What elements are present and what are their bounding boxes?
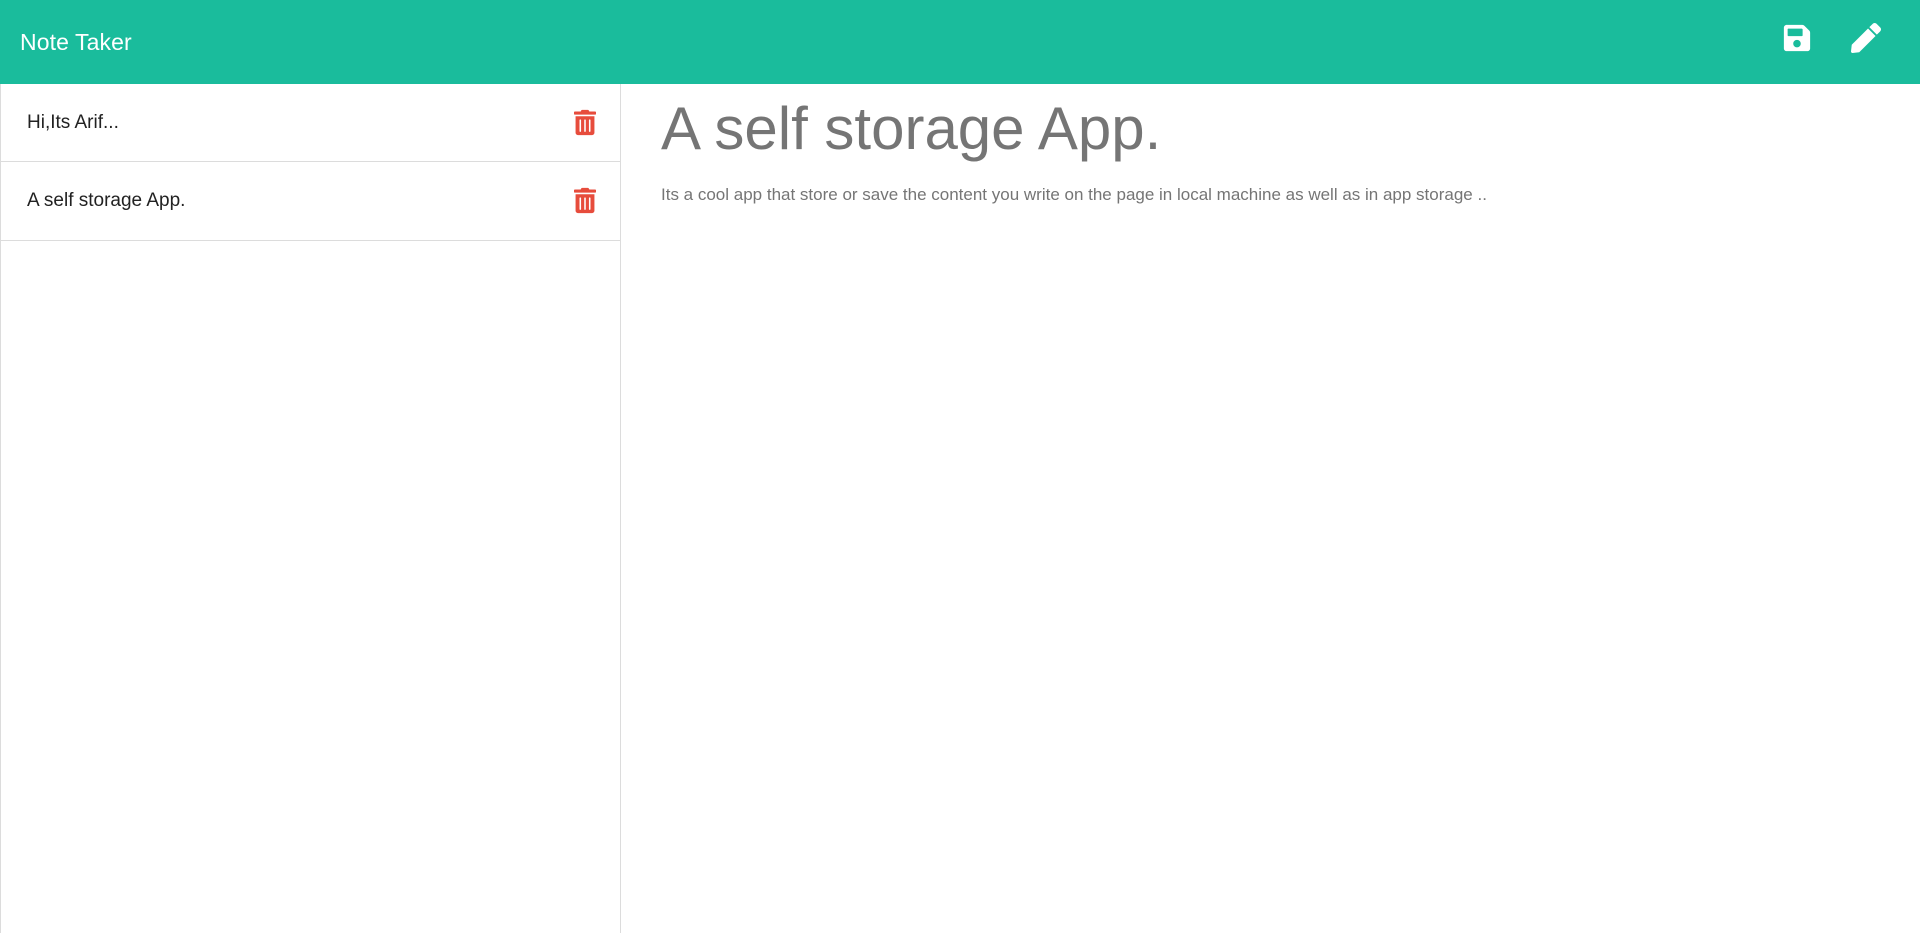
trash-icon[interactable] bbox=[574, 187, 598, 215]
notes-sidebar: Hi,Its Arif... A self storage App. bbox=[0, 84, 621, 933]
note-list: Hi,Its Arif... A self storage App. bbox=[1, 84, 620, 241]
save-icon[interactable] bbox=[1779, 20, 1815, 56]
note-editor: A self storage App. Its a cool app that … bbox=[622, 84, 1920, 933]
note-title[interactable]: Hi,Its Arif... bbox=[27, 112, 119, 134]
trash-icon[interactable] bbox=[574, 109, 598, 137]
note-text-area[interactable]: Its a cool app that store or save the co… bbox=[661, 184, 1920, 206]
note-title-field[interactable]: A self storage App. bbox=[661, 96, 1920, 162]
pencil-icon[interactable] bbox=[1848, 20, 1884, 56]
list-item[interactable]: Hi,Its Arif... bbox=[1, 84, 620, 162]
navbar: Note Taker bbox=[0, 0, 1920, 84]
list-item[interactable]: A self storage App. bbox=[1, 162, 620, 241]
note-title[interactable]: A self storage App. bbox=[27, 190, 185, 212]
app-title[interactable]: Note Taker bbox=[20, 29, 132, 56]
